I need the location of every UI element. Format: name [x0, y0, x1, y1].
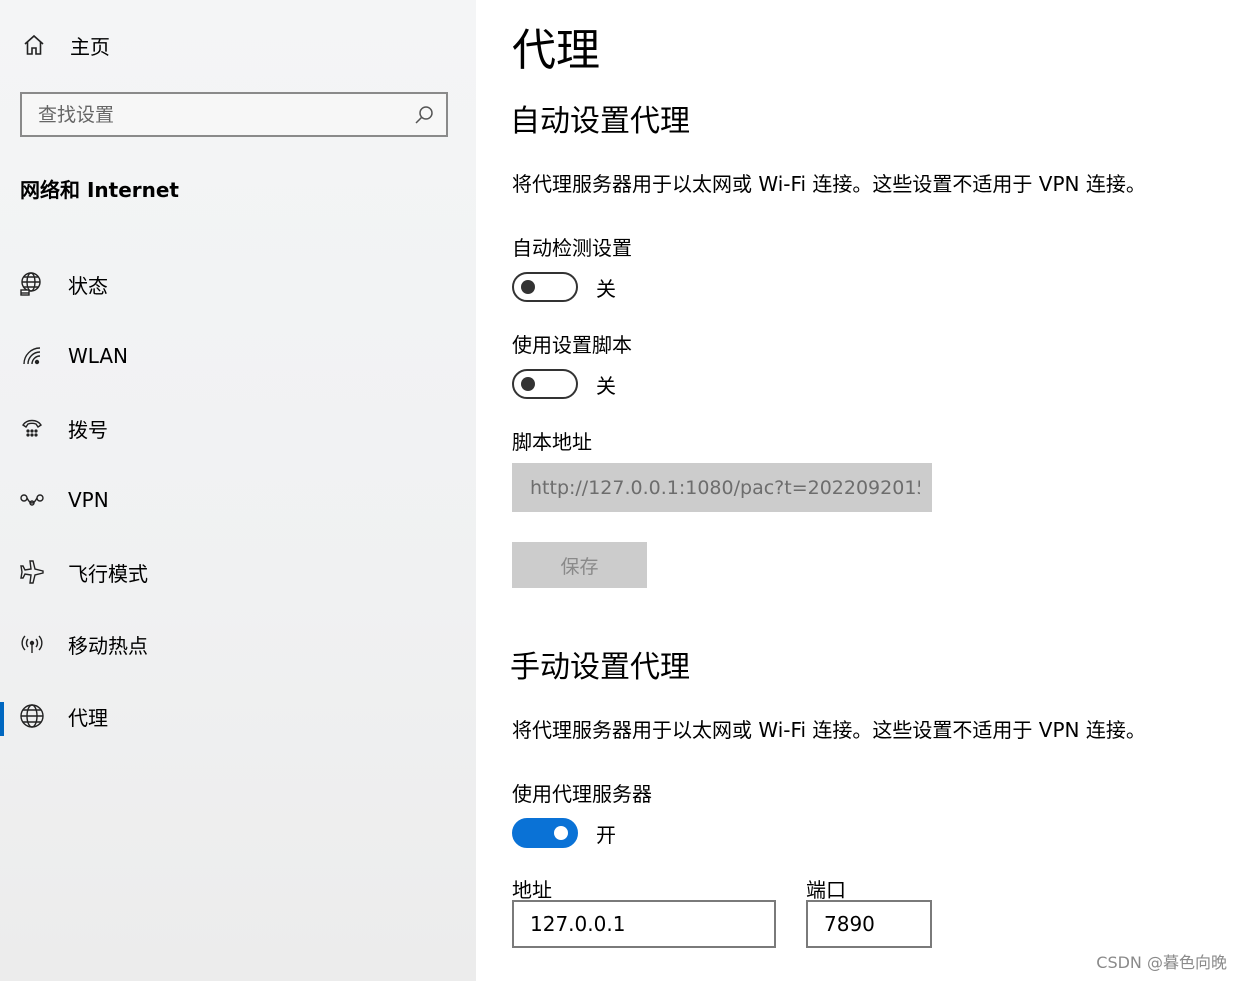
sidebar-item-label: 状态 [68, 273, 108, 298]
auto-proxy-description: 将代理服务器用于以太网或 Wi-Fi 连接。这些设置不适用于 VPN 连接。 [512, 172, 1146, 196]
sidebar-item-vpn[interactable]: VPN [0, 464, 476, 536]
sidebar-item-dialup[interactable]: 拨号 [0, 392, 476, 464]
page-title: 代理 [512, 25, 600, 76]
setup-script-state: 关 [596, 373, 616, 398]
proxy-port-label: 端口 [806, 878, 846, 902]
dialup-phone-icon [18, 414, 46, 442]
proxy-port-input[interactable] [806, 900, 932, 948]
hotspot-icon [18, 630, 46, 658]
toggle-knob [521, 377, 535, 391]
setup-script-toggle-row: 关 [512, 369, 616, 399]
script-address-label: 脚本地址 [512, 430, 592, 454]
main-content: 代理 自动设置代理 将代理服务器用于以太网或 Wi-Fi 连接。这些设置不适用于… [476, 0, 1243, 981]
manual-proxy-heading: 手动设置代理 [510, 650, 690, 685]
sidebar-item-label: 拨号 [68, 417, 108, 442]
sidebar-item-label: 飞行模式 [68, 561, 148, 586]
script-address-input[interactable] [512, 463, 932, 512]
sidebar-item-wlan[interactable]: WLAN [0, 320, 476, 392]
use-proxy-toggle[interactable] [512, 818, 578, 848]
setup-script-label: 使用设置脚本 [512, 333, 632, 357]
status-globe-icon [18, 270, 46, 298]
use-proxy-label: 使用代理服务器 [512, 782, 652, 806]
sidebar-item-status[interactable]: 状态 [0, 248, 476, 320]
globe-icon [18, 702, 46, 730]
auto-detect-state: 关 [596, 276, 616, 301]
sidebar-item-label: VPN [68, 488, 109, 512]
sidebar: 主页 网络和 Internet 状态 WL [0, 0, 476, 981]
sidebar-item-label: WLAN [68, 344, 129, 368]
sidebar-item-label: 移动热点 [68, 633, 148, 658]
toggle-knob [521, 280, 535, 294]
auto-detect-toggle-row: 关 [512, 272, 616, 302]
manual-proxy-description: 将代理服务器用于以太网或 Wi-Fi 连接。这些设置不适用于 VPN 连接。 [512, 718, 1146, 742]
setup-script-toggle[interactable] [512, 369, 578, 399]
sidebar-nav: 状态 WLAN 拨号 VPN 飞行模式 移动热点 代理 [0, 248, 476, 752]
sidebar-item-hotspot[interactable]: 移动热点 [0, 608, 476, 680]
home-label: 主页 [70, 34, 110, 59]
sidebar-item-label: 代理 [68, 705, 108, 730]
sidebar-item-proxy[interactable]: 代理 [0, 680, 476, 752]
auto-detect-toggle[interactable] [512, 272, 578, 302]
use-proxy-state: 开 [596, 822, 616, 847]
save-button[interactable]: 保存 [512, 542, 647, 588]
search-icon[interactable] [402, 94, 446, 135]
search-input[interactable] [22, 102, 402, 127]
proxy-address-input[interactable] [512, 900, 776, 948]
auto-proxy-heading: 自动设置代理 [510, 104, 690, 139]
watermark: CSDN @暮色向晚 [1096, 953, 1227, 972]
toggle-knob [554, 826, 568, 840]
proxy-address-label: 地址 [512, 878, 552, 902]
auto-detect-label: 自动检测设置 [512, 236, 632, 260]
airplane-icon [18, 558, 46, 586]
sidebar-item-airplane[interactable]: 飞行模式 [0, 536, 476, 608]
section-title: 网络和 Internet [20, 178, 179, 202]
home-nav-item[interactable]: 主页 [20, 28, 110, 62]
search-box[interactable] [20, 92, 448, 137]
vpn-icon [18, 486, 46, 514]
home-icon [20, 31, 48, 59]
use-proxy-toggle-row: 开 [512, 818, 616, 848]
wifi-icon [18, 342, 46, 370]
